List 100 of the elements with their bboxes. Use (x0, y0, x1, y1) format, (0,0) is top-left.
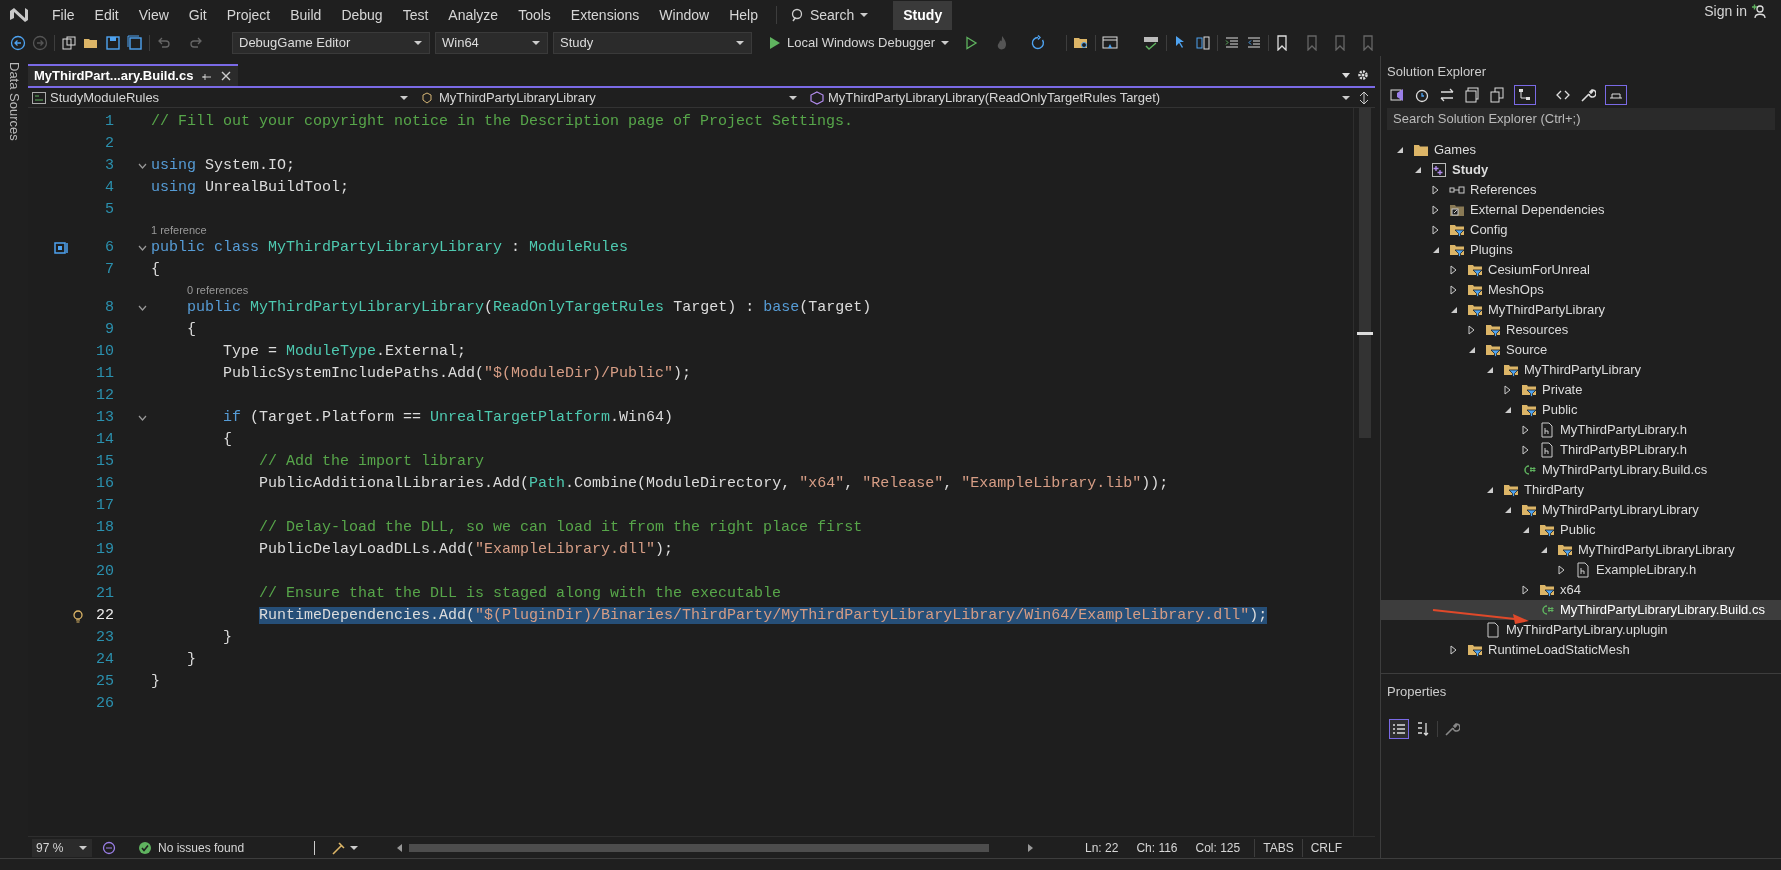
tree-item[interactable]: MyThirdPartyLibrary.Build.cs (1381, 460, 1781, 480)
new-item-icon[interactable] (61, 35, 77, 51)
tree-view-icon[interactable] (1514, 85, 1536, 105)
tree-item[interactable]: x64 (1381, 580, 1781, 600)
collapse-arrow-icon[interactable] (1485, 365, 1495, 375)
fold-icon[interactable] (138, 304, 147, 312)
tree-item[interactable]: Games (1381, 140, 1781, 160)
outdent-icon[interactable] (1246, 35, 1263, 51)
back-icon[interactable] (10, 35, 26, 51)
run-icon[interactable] (964, 36, 979, 50)
tree-item[interactable]: ThirdParty (1381, 480, 1781, 500)
code-lens[interactable]: 0 references (187, 284, 249, 297)
tree-item[interactable]: Public (1381, 520, 1781, 540)
copy-icon[interactable] (1489, 87, 1505, 103)
split-icon[interactable] (1359, 90, 1369, 105)
tree-item[interactable]: MyThirdPartyLibrary.h (1381, 420, 1781, 440)
menu-item[interactable]: Extensions (560, 4, 650, 26)
expand-arrow-icon[interactable] (1431, 185, 1441, 195)
tree-item[interactable]: Public (1381, 400, 1781, 420)
dropdown[interactable]: Study (553, 32, 752, 54)
menu-item[interactable]: Edit (84, 4, 129, 26)
tree-item[interactable]: Source (1381, 340, 1781, 360)
menu-item[interactable]: Git (178, 4, 217, 26)
side-tab[interactable]: Data Sources (4, 60, 24, 141)
expand-arrow-icon[interactable] (1557, 565, 1567, 575)
tree-item[interactable]: External Dependencies (1381, 200, 1781, 220)
folder-search-icon[interactable] (1073, 35, 1090, 51)
expand-arrow-icon[interactable] (1503, 385, 1513, 395)
menu-item[interactable]: File (42, 4, 85, 26)
tree-item[interactable]: RuntimeLoadStaticMesh (1381, 640, 1781, 660)
expand-arrow-icon[interactable] (1449, 285, 1459, 295)
expand-arrow-icon[interactable] (1521, 585, 1531, 595)
sort-icon[interactable] (1415, 721, 1431, 737)
collapse-arrow-icon[interactable] (1413, 165, 1423, 175)
navigation-dropdown[interactable]: MyThirdPartyLibraryLibrary (417, 88, 802, 107)
collapse-arrow-icon[interactable] (1539, 545, 1549, 555)
collapse-arrow-icon[interactable] (1521, 525, 1531, 535)
tree-item[interactable]: Config (1381, 220, 1781, 240)
line-ending[interactable]: CRLF (1301, 838, 1350, 857)
menu-item[interactable]: Build (280, 4, 332, 26)
tree-item[interactable]: Plugins (1381, 240, 1781, 260)
tree-item[interactable]: Resources (1381, 320, 1781, 340)
navigation-dropdown[interactable]: StudyModuleRules (28, 88, 413, 107)
account-icon[interactable] (1751, 3, 1767, 19)
collapse-arrow-icon[interactable] (1467, 345, 1477, 355)
window-icon[interactable] (1102, 35, 1121, 51)
menu-item[interactable]: Test (392, 4, 439, 26)
save-all-icon[interactable] (127, 35, 143, 51)
menu-item[interactable]: Project (216, 4, 281, 26)
columns-icon[interactable] (1195, 35, 1212, 51)
tree-item[interactable]: MyThirdPartyLibraryLibrary.Build.cs (1381, 600, 1781, 620)
menu-item[interactable]: View (128, 4, 179, 26)
collapse-all-icon[interactable] (1464, 87, 1480, 103)
vertical-scrollbar[interactable] (1353, 108, 1375, 836)
collapse-arrow-icon[interactable] (1449, 305, 1459, 315)
tree-item[interactable]: MeshOps (1381, 280, 1781, 300)
start-debugging-button[interactable]: Local Windows Debugger (764, 33, 955, 53)
lightbulb-icon[interactable] (72, 609, 84, 623)
collapse-arrow-icon[interactable] (1485, 485, 1495, 495)
undo-icon[interactable] (156, 35, 172, 51)
expand-arrow-icon[interactable] (1449, 265, 1459, 275)
sync-icon[interactable] (1439, 87, 1455, 103)
tree-item[interactable]: MyThirdPartyLibrary.uplugin (1381, 620, 1781, 640)
expand-arrow-icon[interactable] (1431, 205, 1441, 215)
expand-arrow-icon[interactable] (1467, 325, 1477, 335)
settings-icon[interactable] (1357, 69, 1369, 81)
redo-icon[interactable] (188, 35, 204, 51)
menu-item[interactable]: Analyze (438, 4, 509, 26)
collapse-arrow-icon[interactable] (1503, 505, 1513, 515)
tree-item[interactable]: ExampleLibrary.h (1381, 560, 1781, 580)
wrench-icon[interactable] (1580, 87, 1596, 103)
tree-item[interactable]: Study (1381, 160, 1781, 180)
menu-item[interactable]: Debug (331, 4, 393, 26)
save-icon[interactable] (105, 35, 121, 51)
dropdown-icon[interactable] (1341, 70, 1351, 80)
collapse-arrow-icon[interactable] (1503, 405, 1513, 415)
navigation-dropdown[interactable]: MyThirdPartyLibraryLibrary(ReadOnlyTargetRules Target) (806, 88, 1355, 107)
expand-arrow-icon[interactable] (1521, 425, 1531, 435)
dropdown[interactable]: Win64 (435, 32, 548, 54)
indent-icon[interactable] (1224, 35, 1241, 51)
refresh-icon[interactable] (1030, 35, 1047, 51)
tree-item[interactable]: MyThirdPartyLibraryLibrary (1381, 500, 1781, 520)
close-icon[interactable] (220, 70, 233, 82)
tree-item[interactable]: ThirdPartyBPLibrary.h (1381, 440, 1781, 460)
tree-item[interactable]: References (1381, 180, 1781, 200)
tree-item[interactable]: MyThirdPartyLibrary (1381, 300, 1781, 320)
zoom-dropdown[interactable]: 97 % (32, 838, 92, 857)
collapse-arrow-icon[interactable] (1431, 245, 1441, 255)
menu-item[interactable]: Tools (508, 4, 561, 26)
fold-icon[interactable] (138, 414, 147, 422)
history-icon[interactable] (1414, 87, 1430, 103)
tree-item[interactable]: MyThirdPartyLibraryLibrary (1381, 540, 1781, 560)
expand-arrow-icon[interactable] (1431, 225, 1441, 235)
collapse-arrow-icon[interactable] (1395, 145, 1405, 155)
sign-in-link[interactable]: Sign in (1704, 0, 1747, 22)
dropdown[interactable]: DebugGame Editor (232, 32, 430, 54)
spell-check-icon[interactable] (1142, 35, 1161, 51)
brush-icon[interactable] (331, 840, 345, 855)
menu-item[interactable]: Help (719, 4, 768, 26)
search-field[interactable]: Search Solution Explorer (Ctrl+;) (1387, 108, 1775, 130)
